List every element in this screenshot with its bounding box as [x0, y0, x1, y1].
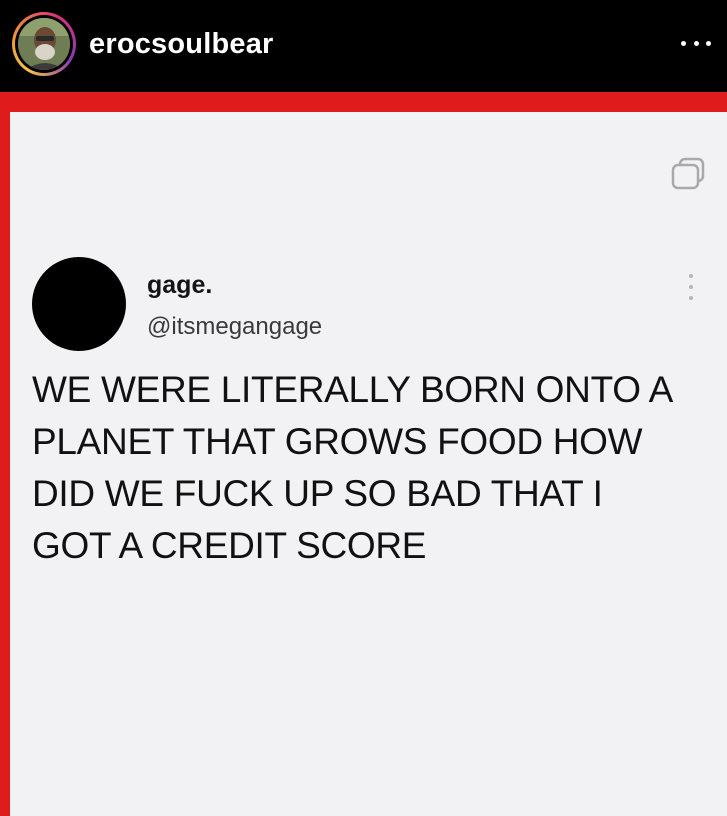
- post-header: erocsoulbear: [0, 0, 727, 92]
- instagram-post: erocsoulbear gage. @itsmegangage WE WERE…: [0, 0, 727, 816]
- tweet-display-name[interactable]: gage.: [147, 270, 212, 300]
- post-image-frame[interactable]: gage. @itsmegangage WE WERE LITERALLY BO…: [0, 92, 727, 816]
- tweet-avatar[interactable]: [32, 257, 126, 351]
- tweet-text-line: DID WE FUCK UP SO BAD THAT I: [32, 473, 603, 514]
- dot: [689, 285, 693, 289]
- profile-photo-icon: [18, 18, 70, 70]
- tweet-handle[interactable]: @itsmegangage: [147, 312, 322, 342]
- tweet-text: WE WERE LITERALLY BORN ONTO A PLANET THA…: [32, 364, 712, 572]
- avatar-gap: [15, 15, 73, 73]
- username[interactable]: erocsoulbear: [89, 26, 274, 62]
- more-vertical-icon[interactable]: [686, 274, 696, 300]
- dot: [689, 274, 693, 278]
- tweet-text-line: WE WERE LITERALLY BORN ONTO A: [32, 369, 674, 410]
- copy-icon[interactable]: [668, 156, 708, 192]
- dot: [689, 296, 693, 300]
- tweet-text-line: GOT A CREDIT SCORE: [32, 525, 427, 566]
- tweet-card: gage. @itsmegangage WE WERE LITERALLY BO…: [10, 112, 727, 816]
- dot: [693, 40, 699, 46]
- more-horizontal-icon[interactable]: [681, 31, 711, 55]
- dot: [681, 40, 686, 46]
- tweet-text-line: PLANET THAT GROWS FOOD HOW: [32, 421, 643, 462]
- dot: [706, 40, 711, 46]
- profile-avatar[interactable]: [18, 18, 70, 70]
- story-ring[interactable]: [12, 12, 76, 76]
